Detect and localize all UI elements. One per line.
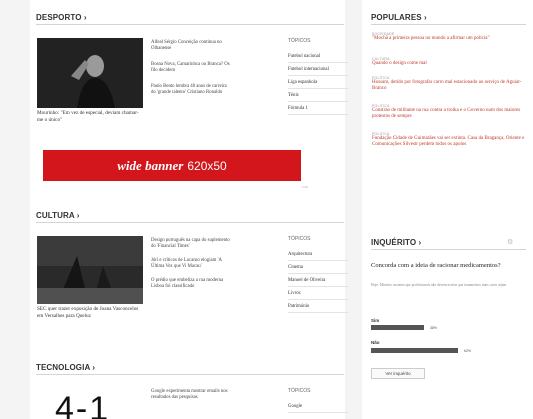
poll-option-label: Não [371, 340, 380, 345]
story-link[interactable]: Google experimenta mostrar emails nos re… [151, 389, 231, 401]
topic-link[interactable]: Património [288, 300, 348, 313]
popular-title[interactable]: Quando o design come mal [372, 61, 527, 67]
topics-heading: TÓPICOS [288, 38, 311, 44]
page: DESPORTO › Mourinho: "Em vez de especial… [0, 0, 533, 419]
story-link[interactable]: Alfeal Sérgio Conceição continua no Olha… [151, 40, 231, 52]
settings-icon[interactable]: ⚙ [507, 238, 513, 246]
topic-link[interactable]: Cinema [288, 261, 348, 274]
section-title-inquerito[interactable]: INQUÉRITO › [371, 238, 421, 247]
wide-banner-ad[interactable]: wide banner 620x50 [43, 150, 301, 181]
section-title-populares[interactable]: POPULARES › [371, 13, 427, 22]
popular-title[interactable]: "Mochã a primeira pessoa no mundo a afir… [372, 36, 527, 42]
poll-question: Concorda com a ideia de racionar medicam… [371, 262, 501, 269]
popular-item[interactable]: POLÍTICA Constrao de militante na rua co… [372, 104, 527, 120]
section-title-cultura[interactable]: CULTURA › [36, 211, 80, 220]
topic-link[interactable]: Liga espanhola [288, 76, 348, 89]
story-link[interactable]: Design português na capa do suplemento d… [151, 238, 231, 250]
topics-list-cultura: TÓPICOS Arquitectura Cinema Manoel de Ol… [288, 236, 348, 313]
topic-link[interactable]: Livros [288, 287, 348, 300]
poll-percent: 38% [430, 326, 438, 330]
topic-link[interactable]: Futebol nacional [288, 50, 348, 63]
story-link[interactable]: Bosna Nova, Camarinhca ou Branca? Os fil… [151, 62, 231, 74]
tecnologia-image-text: 4-1 [55, 390, 111, 419]
divider [371, 24, 526, 25]
banner-size: 620x50 [187, 158, 227, 173]
section-title-desporto[interactable]: DESPORTO › [36, 13, 87, 22]
popular-item[interactable]: CULTURA Quando o design come mal [372, 57, 527, 67]
story-link[interactable]: O prédio que embeliza a rua moderna Lisb… [151, 278, 231, 290]
desporto-caption[interactable]: Mourinho: "Em vez de especial, deviam ch… [37, 110, 143, 123]
topic-link[interactable]: Futebol internacional [288, 63, 348, 76]
popular-title[interactable]: Constrao de militante na rua contra a tr… [372, 108, 527, 120]
topic-link[interactable]: Manoel de Oliveira [288, 274, 348, 287]
divider [36, 222, 344, 223]
divider [36, 24, 344, 25]
topics-list-desporto: TÓPICOS Futebol nacional Futebol interna… [288, 38, 348, 115]
divider [371, 249, 526, 250]
popular-item[interactable]: POLÍTICA Fundação Cidade de Guimarães va… [372, 132, 527, 148]
topic-link[interactable]: Google [288, 400, 348, 413]
topics-heading: TÓPICOS [288, 236, 311, 242]
popular-title[interactable]: Fundação Cidade de Guimarães vai ser ext… [372, 136, 527, 148]
topic-link[interactable]: Ténis [288, 89, 348, 102]
section-title-tecnologia[interactable]: TECNOLOGIA › [36, 363, 95, 372]
topics-list-tecnologia: TÓPICOS Google [288, 388, 348, 413]
ad-tag: PUB [302, 185, 309, 189]
topics-heading: TÓPICOS [288, 388, 311, 394]
popular-title[interactable]: Hossam, detido por fotografar carro mal … [372, 80, 527, 92]
cultura-photo[interactable] [37, 236, 143, 304]
banner-label: wide banner [117, 157, 184, 173]
poll-percent: 62% [464, 349, 472, 353]
versailles-image [37, 236, 143, 304]
desporto-photo[interactable] [37, 38, 143, 108]
poll-note[interactable]: Hoje: Ministro sustenta que profissionai… [371, 283, 521, 288]
topic-link[interactable]: Arquitectura [288, 248, 348, 261]
divider [36, 374, 344, 375]
mourinho-image [37, 38, 143, 108]
poll-bar [371, 325, 424, 330]
story-link[interactable]: Paulo Bento lembra 40 anos de carreira d… [151, 84, 231, 96]
poll-option-label: Sim [371, 318, 380, 323]
poll-vote-button[interactable]: Ver inquérito [371, 368, 425, 379]
story-link[interactable]: Júri e críticos de Locarno elogiam 'A Úl… [151, 258, 231, 270]
popular-item[interactable]: POLÍTICA Hossam, detido por fotografar c… [372, 76, 527, 92]
poll-bar [371, 348, 458, 353]
topic-link[interactable]: Fórmula 1 [288, 102, 348, 115]
popular-item[interactable]: SOCIEDADE "Mochã a primeira pessoa no mu… [372, 32, 527, 42]
cultura-caption[interactable]: SEC quer trazer exposição de Joana Vasco… [37, 306, 143, 319]
tecnologia-photo[interactable]: 4-1 [37, 388, 143, 419]
